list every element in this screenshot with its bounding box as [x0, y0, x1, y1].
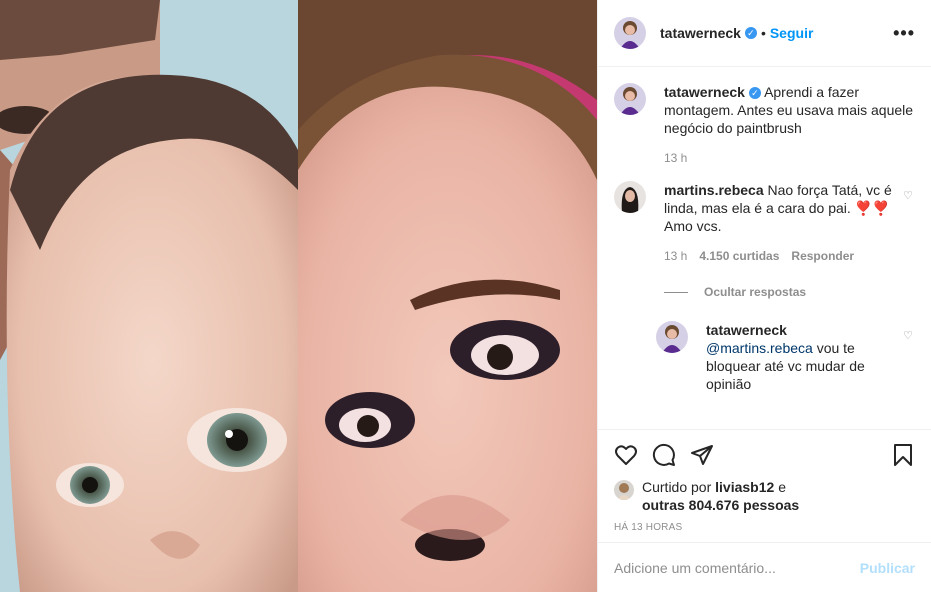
- comment-avatar[interactable]: [614, 181, 646, 213]
- reply-body: tatawerneck @martins.rebeca vou te bloqu…: [706, 321, 915, 393]
- caption-meta: 13 h: [664, 149, 915, 167]
- liked-by-prefix: Curtido por: [642, 479, 712, 495]
- follow-button[interactable]: Seguir: [770, 25, 814, 41]
- post-author[interactable]: tatawerneck: [660, 25, 741, 41]
- hide-replies-toggle[interactable]: Ocultar respostas: [664, 285, 915, 299]
- reply-username[interactable]: tatawerneck: [706, 322, 787, 338]
- heart-icon[interactable]: [614, 443, 638, 467]
- liker-avatar[interactable]: [614, 480, 634, 500]
- caption-avatar[interactable]: [614, 83, 646, 115]
- publish-button[interactable]: Publicar: [860, 560, 915, 576]
- small-heart-icon[interactable]: ♡: [903, 329, 913, 342]
- instagram-post: tatawerneck ✓ • Seguir ••• tatawerneck✓: [0, 0, 931, 592]
- post-photo[interactable]: [0, 0, 597, 592]
- more-options-icon[interactable]: •••: [893, 23, 915, 44]
- avatar-image: [614, 17, 646, 49]
- comment-input[interactable]: [614, 559, 860, 576]
- likes-text: Curtido por liviasb12 e outras 804.676 p…: [642, 478, 799, 514]
- reply-button[interactable]: Responder: [791, 247, 854, 265]
- avatar-image: [614, 181, 646, 213]
- liked-by-user[interactable]: liviasb12: [715, 479, 774, 495]
- reply-item: tatawerneck @martins.rebeca vou te bloqu…: [656, 321, 915, 393]
- post-timestamp[interactable]: HÁ 13 HORAS: [614, 522, 915, 533]
- separator-dot: •: [760, 25, 766, 41]
- liked-by-others[interactable]: outras 804.676 pessoas: [642, 497, 799, 513]
- share-icon[interactable]: [690, 443, 714, 467]
- hide-replies-label: Ocultar respostas: [704, 285, 807, 299]
- comment-icon[interactable]: [652, 443, 676, 467]
- comment-body: martins.rebeca Nao força Tatá, vc é lind…: [664, 181, 915, 265]
- add-comment-bar: Publicar: [598, 542, 931, 592]
- post-header: tatawerneck ✓ • Seguir •••: [598, 0, 931, 67]
- liked-by-and: e: [778, 479, 786, 495]
- caption-body: tatawerneck ✓ Aprendi a fazer montagem. A…: [664, 83, 915, 167]
- avatar-image: [614, 480, 634, 500]
- comment-time[interactable]: 13 h: [664, 247, 687, 265]
- bookmark-icon[interactable]: [891, 443, 915, 467]
- small-heart-icon[interactable]: ♡: [903, 189, 913, 202]
- likes-summary: Curtido por liviasb12 e outras 804.676 p…: [614, 478, 915, 514]
- post-image: [0, 0, 597, 592]
- action-icons: [614, 440, 915, 470]
- comment-meta: 13 h 4.150 curtidas Responder: [664, 247, 895, 265]
- avatar[interactable]: [614, 17, 646, 49]
- verified-icon: ✓: [748, 87, 761, 100]
- comment-username[interactable]: martins.rebeca: [664, 182, 764, 198]
- comments-list[interactable]: tatawerneck ✓ Aprendi a fazer montagem. A…: [598, 67, 931, 429]
- avatar-image: [614, 83, 646, 115]
- divider-line: [664, 291, 688, 293]
- avatar-image: [656, 321, 688, 353]
- reply-avatar[interactable]: [656, 321, 688, 353]
- post-sidebar: tatawerneck ✓ • Seguir ••• tatawerneck✓: [597, 0, 931, 592]
- comment-likes[interactable]: 4.150 curtidas: [699, 247, 779, 265]
- caption: tatawerneck ✓ Aprendi a fazer montagem. A…: [614, 83, 915, 167]
- reply-mention[interactable]: @martins.rebeca: [706, 340, 813, 356]
- verified-icon: ✓: [744, 27, 757, 39]
- post-actions: Curtido por liviasb12 e outras 804.676 p…: [598, 429, 931, 533]
- comment-item: martins.rebeca Nao força Tatá, vc é lind…: [614, 181, 915, 265]
- caption-username[interactable]: tatawerneck: [664, 84, 745, 100]
- caption-time[interactable]: 13 h: [664, 149, 687, 167]
